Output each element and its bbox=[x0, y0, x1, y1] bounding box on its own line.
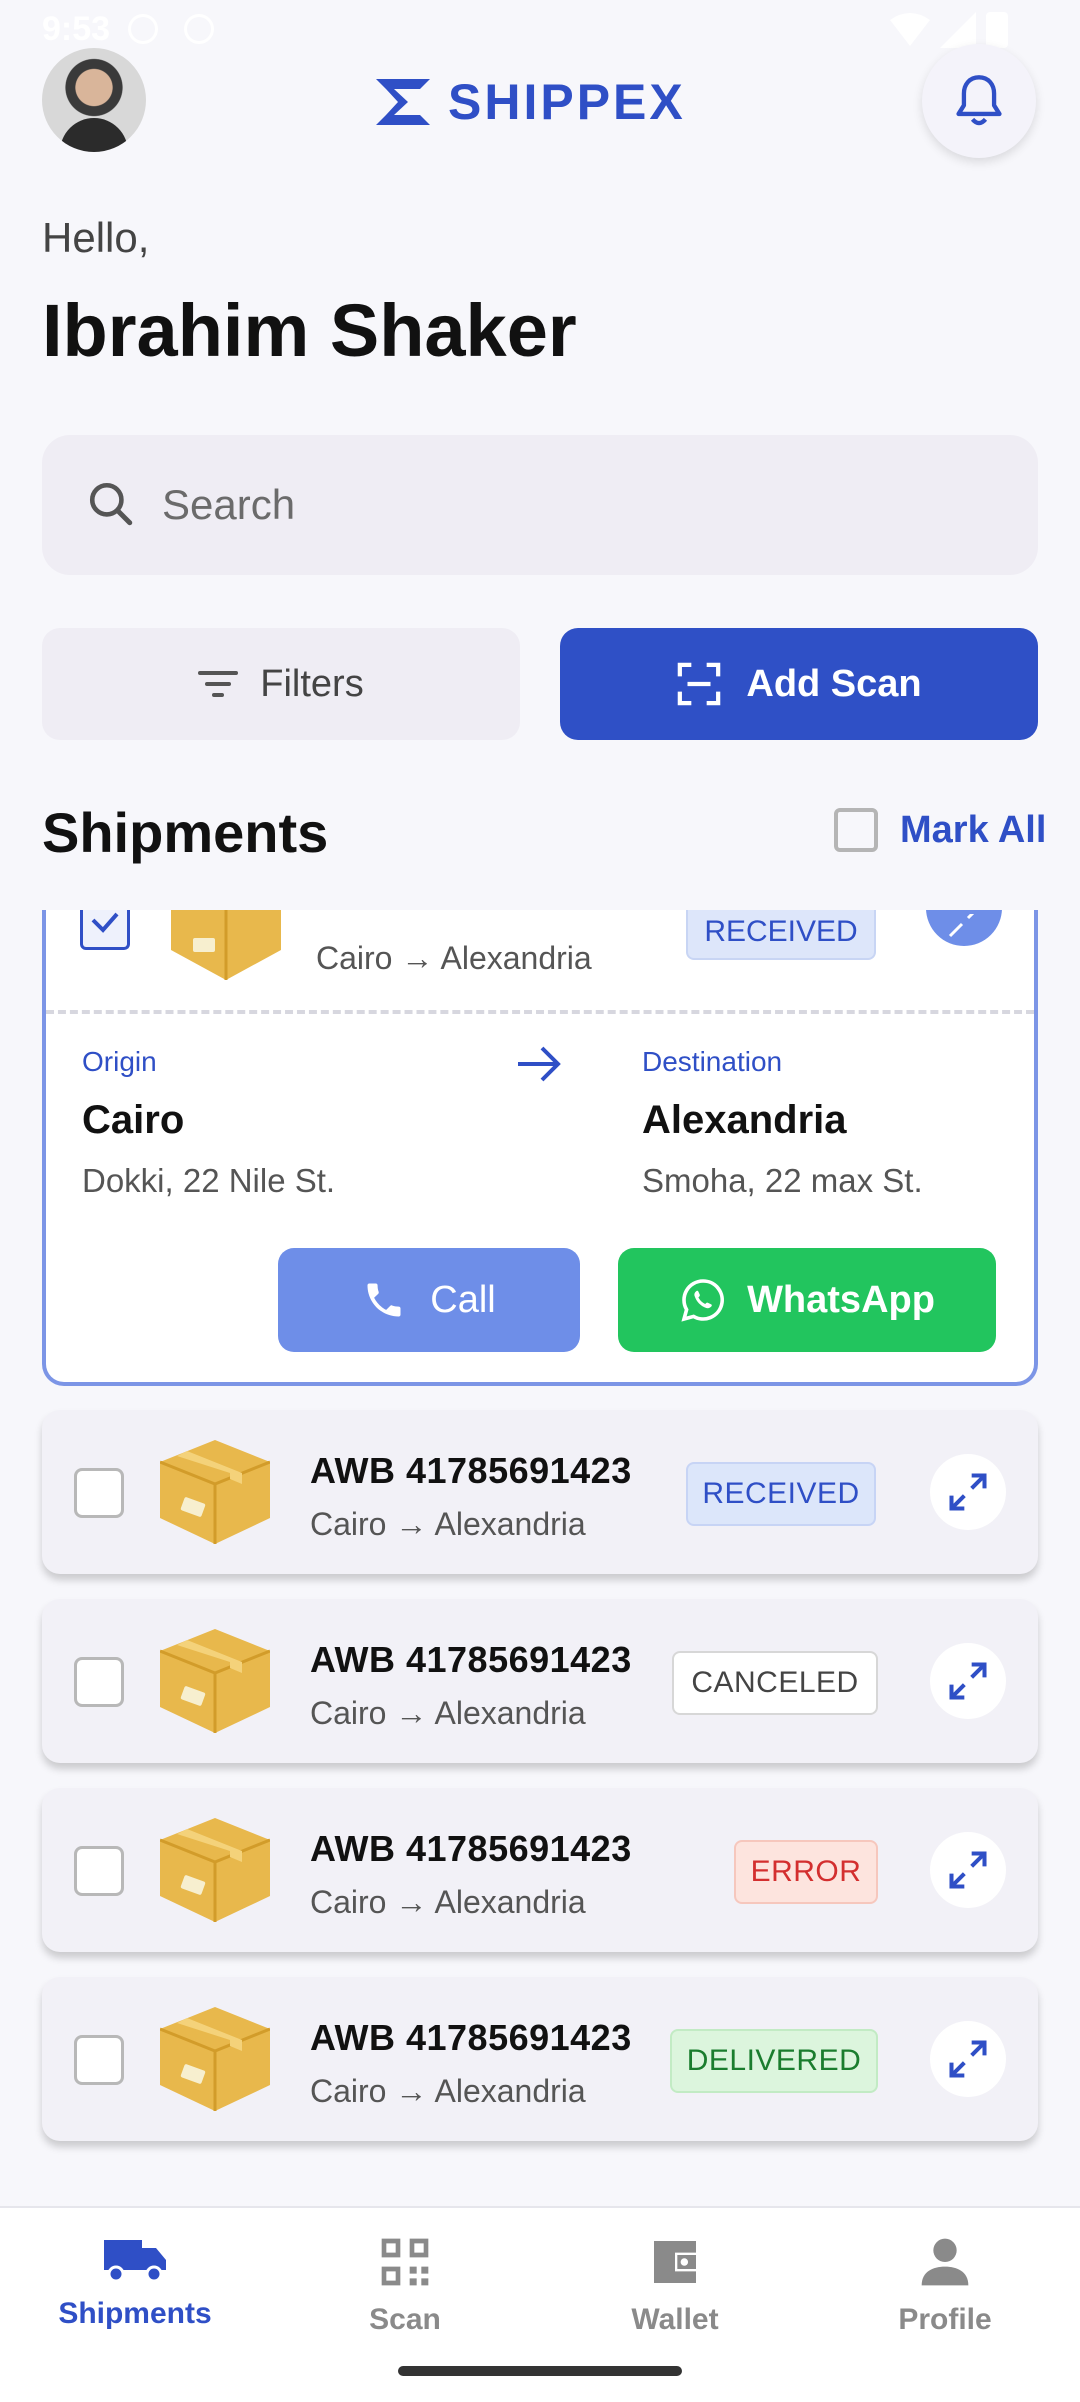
expanded-card-route: Cairo → Alexandria bbox=[316, 940, 592, 976]
logo-icon bbox=[376, 79, 430, 125]
user-name: Ibrahim Shaker bbox=[42, 289, 577, 372]
nav-shipments-label: Shipments bbox=[58, 2297, 212, 2330]
package-icon bbox=[171, 910, 281, 980]
status-badge: DELIVERED bbox=[670, 2029, 878, 2093]
signal-icon bbox=[940, 12, 976, 48]
filters-label: Filters bbox=[260, 662, 364, 705]
battery-icon bbox=[986, 12, 1008, 48]
shipment-route: Cairo → Alexandria bbox=[310, 1695, 586, 1731]
nav-profile-label: Profile bbox=[898, 2303, 992, 2336]
shipment-checkbox[interactable] bbox=[74, 1846, 124, 1896]
nav-wallet-label: Wallet bbox=[631, 2303, 719, 2336]
mark-all-label: Mark All bbox=[900, 808, 1047, 851]
bell-icon bbox=[956, 75, 1002, 126]
wifi-icon bbox=[890, 13, 930, 46]
phone-icon bbox=[367, 1283, 401, 1317]
check-icon bbox=[91, 912, 119, 933]
person-icon bbox=[921, 2238, 969, 2286]
shipment-checkbox[interactable] bbox=[74, 1468, 124, 1518]
call-button[interactable]: Call bbox=[278, 1248, 580, 1352]
expand-button[interactable] bbox=[930, 1454, 1006, 1530]
expand-button[interactable] bbox=[930, 1832, 1006, 1908]
dnd-status-icon bbox=[184, 14, 214, 44]
section-title: Shipments bbox=[42, 801, 329, 864]
whatsapp-icon bbox=[681, 1279, 725, 1322]
expand-icon bbox=[949, 1662, 987, 1700]
greeting-hello: Hello, bbox=[42, 214, 150, 261]
package-icon bbox=[160, 1818, 270, 1922]
package-icon bbox=[160, 1629, 270, 1733]
nav-scan-label: Scan bbox=[369, 2303, 441, 2336]
home-indicator[interactable] bbox=[398, 2366, 682, 2376]
expand-button[interactable] bbox=[930, 2021, 1006, 2097]
settings-status-icon bbox=[128, 14, 158, 44]
call-label: Call bbox=[430, 1278, 496, 1321]
shipment-route: Cairo → Alexandria bbox=[310, 2073, 586, 2109]
shipment-card[interactable]: AWB 41785691423 Cairo → Alexandria CANCE… bbox=[42, 1599, 1038, 1763]
collapse-button[interactable] bbox=[926, 910, 1002, 946]
origin-label: Origin bbox=[82, 1046, 157, 1077]
status-badge: ERROR bbox=[734, 1840, 878, 1904]
scan-frame-icon bbox=[678, 662, 721, 706]
search-input[interactable]: Search bbox=[42, 435, 1038, 575]
package-icon bbox=[160, 2007, 270, 2111]
destination-label: Destination bbox=[642, 1046, 783, 1077]
add-scan-button[interactable]: Add Scan bbox=[560, 628, 1038, 740]
expanded-card-header: Cairo → Alexandria RECEIVED bbox=[46, 910, 1034, 1010]
expand-icon bbox=[949, 1851, 987, 1889]
status-bar: 9:53 bbox=[0, 0, 1080, 60]
search-icon bbox=[89, 482, 133, 526]
filter-icon bbox=[198, 671, 239, 697]
shipment-card[interactable]: AWB 41785691423 Cairo → Alexandria ERROR bbox=[42, 1788, 1038, 1952]
shipment-route: Cairo → Alexandria bbox=[310, 1506, 586, 1542]
shipment-checkbox[interactable] bbox=[74, 1657, 124, 1707]
expanded-card-status-badge: RECEIVED bbox=[686, 910, 876, 960]
divider bbox=[46, 1010, 1034, 1014]
truck-icon bbox=[104, 2240, 166, 2283]
wallet-icon bbox=[654, 2241, 699, 2283]
destination-city: Alexandria bbox=[642, 1098, 847, 1142]
nav-wallet[interactable]: Wallet bbox=[540, 2234, 810, 2337]
add-scan-label: Add Scan bbox=[746, 662, 922, 705]
shipment-checkbox[interactable] bbox=[74, 2035, 124, 2085]
filters-button[interactable]: Filters bbox=[42, 628, 520, 740]
mark-all-checkbox[interactable] bbox=[834, 808, 878, 852]
brand-logo: SHIPPEX bbox=[368, 72, 686, 132]
collapse-icon bbox=[948, 914, 975, 938]
shipment-awb: AWB 41785691423 bbox=[310, 1639, 632, 1680]
expanded-card-checkbox[interactable] bbox=[80, 910, 130, 950]
nav-profile[interactable]: Profile bbox=[810, 2234, 1080, 2337]
whatsapp-label: WhatsApp bbox=[747, 1278, 935, 1321]
status-time: 9:53 bbox=[42, 10, 111, 48]
expand-icon bbox=[949, 1473, 987, 1511]
notifications-button[interactable] bbox=[922, 44, 1036, 158]
nav-shipments[interactable]: Shipments bbox=[0, 2234, 270, 2331]
status-badge: CANCELED bbox=[672, 1651, 878, 1715]
avatar[interactable] bbox=[42, 48, 146, 152]
origin-city: Cairo bbox=[82, 1098, 185, 1142]
mark-all-toggle[interactable]: Mark All bbox=[834, 808, 1046, 852]
destination-address: Smoha, 22 max St. bbox=[642, 1162, 923, 1199]
expanded-shipment-card[interactable]: Cairo → Alexandria RECEIVED Origin Desti… bbox=[42, 910, 1038, 1386]
shipment-card[interactable]: AWB 41785691423 Cairo → Alexandria DELIV… bbox=[42, 1977, 1038, 2141]
shipment-awb: AWB 41785691423 bbox=[310, 2017, 632, 2058]
brand-name: SHIPPEX bbox=[448, 74, 686, 130]
qr-code-icon bbox=[381, 2238, 429, 2286]
shipment-awb: AWB 41785691423 bbox=[310, 1828, 632, 1869]
status-badge: RECEIVED bbox=[686, 1462, 876, 1526]
expand-button[interactable] bbox=[930, 1643, 1006, 1719]
expand-icon bbox=[949, 2040, 987, 2078]
shipment-awb: AWB 41785691423 bbox=[310, 1450, 632, 1491]
package-icon bbox=[160, 1440, 270, 1544]
search-placeholder: Search bbox=[162, 481, 296, 528]
shipment-card[interactable]: AWB 41785691423 Cairo → Alexandria RECEI… bbox=[42, 1410, 1038, 1574]
shipment-route: Cairo → Alexandria bbox=[310, 1884, 586, 1920]
nav-scan[interactable]: Scan bbox=[270, 2234, 540, 2337]
arrow-right-icon bbox=[518, 1046, 561, 1082]
whatsapp-button[interactable]: WhatsApp bbox=[618, 1248, 996, 1352]
origin-address: Dokki, 22 Nile St. bbox=[82, 1162, 336, 1199]
